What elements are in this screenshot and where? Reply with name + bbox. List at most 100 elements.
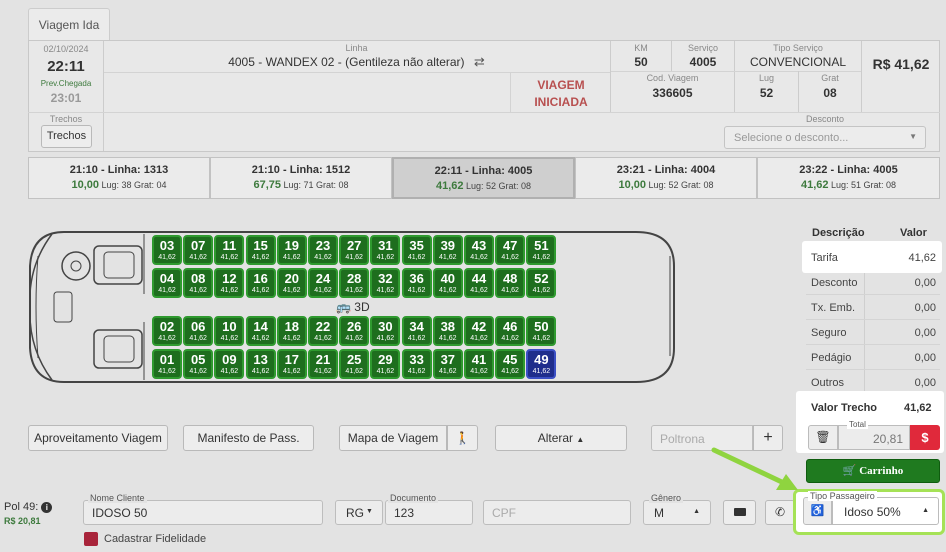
- seat-price: 41,62: [158, 254, 176, 261]
- id-card-button[interactable]: [723, 500, 756, 525]
- document-input[interactable]: 123: [385, 500, 473, 525]
- seat-30[interactable]: 30 41,62: [370, 316, 401, 346]
- seat-number: 16: [253, 271, 268, 286]
- passenger-type-select[interactable]: Idoso 50% ▲: [832, 497, 939, 525]
- seat-07[interactable]: 07 41,62: [183, 235, 214, 265]
- seat-15[interactable]: 15 41,62: [245, 235, 276, 265]
- trip-option-2[interactable]: 22:11 - Linha: 4005 41,62 Lug: 52 Grat: …: [392, 157, 575, 199]
- seat-24[interactable]: 24 41,62: [308, 268, 338, 298]
- loyalty-label[interactable]: Cadastrar Fidelidade: [104, 533, 206, 545]
- seat-31[interactable]: 31 41,62: [370, 235, 401, 265]
- clear-button[interactable]: 🗑: [808, 425, 838, 450]
- passenger-type-icon-button[interactable]: ♿: [803, 497, 832, 525]
- seat-34[interactable]: 34 41,62: [401, 316, 432, 346]
- trip-option-1[interactable]: 21:10 - Linha: 1512 67,75 Lug: 71 Grat: …: [210, 157, 392, 199]
- seat-33[interactable]: 33 41,62: [401, 349, 432, 379]
- seat-05[interactable]: 05 41,62: [183, 349, 214, 379]
- seat-32[interactable]: 32 41,62: [370, 268, 401, 298]
- seat-39[interactable]: 39 41,62: [432, 235, 463, 265]
- seat-11[interactable]: 11 41,62: [214, 235, 245, 265]
- seat-01[interactable]: 01 41,62: [152, 349, 182, 379]
- change-dropdown-button[interactable]: Alterar ▲: [495, 425, 627, 451]
- seat-35[interactable]: 35 41,62: [401, 235, 432, 265]
- seat-number: 41: [471, 352, 487, 367]
- seat-10[interactable]: 10 41,62: [214, 316, 245, 346]
- passenger-walk-button[interactable]: 🚶: [447, 425, 478, 451]
- seat-04[interactable]: 04 41,62: [152, 268, 182, 298]
- seat-03[interactable]: 03 41,62: [152, 235, 182, 265]
- seat-06[interactable]: 06 41,62: [183, 316, 214, 346]
- swap-icon[interactable]: ⇄: [474, 54, 485, 69]
- trip-map-button[interactable]: Mapa de Viagem: [339, 425, 447, 451]
- seat-47[interactable]: 47 41,62: [495, 235, 526, 265]
- seat-12[interactable]: 12 41,62: [214, 268, 245, 298]
- seat-41[interactable]: 41 41,62: [464, 349, 494, 379]
- seat-18[interactable]: 18 41,62: [276, 316, 307, 346]
- loyalty-checkbox[interactable]: [84, 532, 98, 546]
- gender-select[interactable]: M ▲: [643, 500, 711, 525]
- seat-13[interactable]: 13 41,62: [245, 349, 276, 379]
- trip-option-0[interactable]: 21:10 - Linha: 1313 10,00 Lug: 38 Grat: …: [28, 157, 210, 199]
- manifest-button[interactable]: Manifesto de Pass.: [183, 425, 314, 451]
- trip-option-title: 21:10 - Linha: 1313: [69, 164, 169, 176]
- discount-select[interactable]: Selecione o desconto... ▼: [724, 126, 926, 149]
- seat-price: 41,62: [251, 335, 270, 342]
- seat-16[interactable]: 16 41,62: [245, 268, 276, 298]
- seat-price: 41,62: [407, 335, 426, 342]
- seat-17[interactable]: 17 41,62: [276, 349, 307, 379]
- seat-22[interactable]: 22 41,62: [308, 316, 338, 346]
- seat-price: 41,62: [407, 368, 426, 375]
- trip-option-3[interactable]: 23:21 - Linha: 4004 10,00 Lug: 52 Grat: …: [575, 157, 757, 199]
- trip-option-4[interactable]: 23:22 - Linha: 4005 41,62 Lug: 51 Grat: …: [757, 157, 940, 199]
- seat-number: 08: [190, 271, 206, 286]
- seat-29[interactable]: 29 41,62: [370, 349, 401, 379]
- client-name-input[interactable]: IDOSO 50: [83, 500, 323, 525]
- seat-44[interactable]: 44 41,62: [464, 268, 494, 298]
- line-value: 4005 - WANDEX 02 - (Gentileza não altera…: [104, 54, 609, 70]
- seat-52[interactable]: 52 41,62: [526, 268, 557, 298]
- seat-43[interactable]: 43 41,62: [464, 235, 494, 265]
- seat-number: 42: [471, 319, 487, 334]
- seat-28[interactable]: 28 41,62: [339, 268, 370, 298]
- info-icon[interactable]: i: [41, 502, 53, 513]
- tab-viagem-ida[interactable]: Viagem Ida: [28, 8, 110, 40]
- seat-46[interactable]: 46 41,62: [495, 316, 526, 346]
- seat-price: 41,62: [345, 335, 363, 342]
- payment-button[interactable]: $: [910, 425, 940, 450]
- reuse-trip-button[interactable]: Aproveitamento Viagem: [28, 425, 168, 451]
- cpf-input[interactable]: CPF: [483, 500, 631, 525]
- seat-21[interactable]: 21 41,62: [308, 349, 338, 379]
- free-value: 08: [823, 86, 837, 100]
- cart-button[interactable]: 🛒 Carrinho: [806, 459, 940, 483]
- seat-14[interactable]: 14 41,62: [245, 316, 276, 346]
- seat-09[interactable]: 09 41,62: [214, 349, 245, 379]
- seat-37[interactable]: 37 41,62: [432, 349, 463, 379]
- segments-button[interactable]: Trechos: [41, 125, 92, 148]
- seat-40[interactable]: 40 41,62: [432, 268, 463, 298]
- seat-price: 41,62: [220, 335, 239, 342]
- seat-23[interactable]: 23 41,62: [308, 235, 338, 265]
- seat-25[interactable]: 25 41,62: [339, 349, 370, 379]
- document-value: 123: [394, 506, 415, 520]
- seat-38[interactable]: 38 41,62: [432, 316, 463, 346]
- seat-49[interactable]: 49 41,62: [526, 349, 557, 379]
- seat-number: 14: [253, 319, 268, 334]
- seat-50[interactable]: 50 41,62: [526, 316, 557, 346]
- seat-26[interactable]: 26 41,62: [339, 316, 370, 346]
- seat-number: 09: [222, 352, 237, 367]
- seat-20[interactable]: 20 41,62: [276, 268, 307, 298]
- seat-08[interactable]: 08 41,62: [183, 268, 214, 298]
- seat-19[interactable]: 19 41,62: [276, 235, 307, 265]
- seat-51[interactable]: 51 41,62: [526, 235, 557, 265]
- seat-45[interactable]: 45 41,62: [495, 349, 526, 379]
- seat-36[interactable]: 36 41,62: [401, 268, 432, 298]
- service-type-value: CONVENCIONAL: [749, 55, 847, 69]
- seat-42[interactable]: 42 41,62: [464, 316, 494, 346]
- seat-48[interactable]: 48 41,62: [495, 268, 526, 298]
- phone-button[interactable]: ✆: [765, 500, 795, 525]
- doc-type-select[interactable]: RG ▼: [335, 500, 383, 525]
- seat-price: 41,62: [158, 335, 176, 342]
- seat-price: 41,62: [345, 254, 363, 261]
- seat-27[interactable]: 27 41,62: [339, 235, 370, 265]
- seat-02[interactable]: 02 41,62: [152, 316, 182, 346]
